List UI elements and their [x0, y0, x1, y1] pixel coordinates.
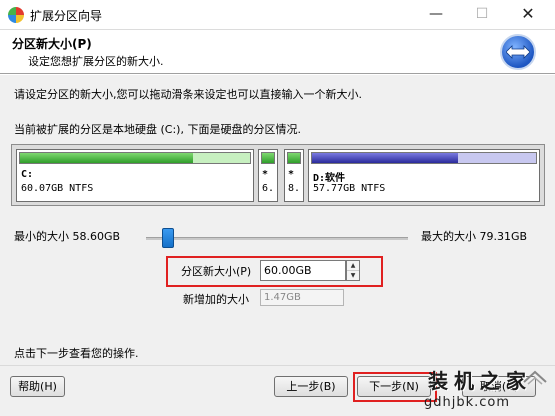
new-size-spinner[interactable]: ▲ ▼ — [346, 260, 360, 281]
page-subtitle: 设定您想扩展分区的新大小. — [28, 55, 164, 68]
partition-unnamed-2[interactable]: * 8. — [284, 149, 304, 202]
watermark-title: 装机之家 — [428, 369, 532, 393]
resize-arrows-icon — [500, 34, 536, 70]
partition-usage-bar — [19, 152, 251, 164]
partition-label: D:软件 — [313, 173, 346, 184]
wizard-content: 请设定分区的新大小,您可以拖动滑条来设定也可以直接输入一个新大小. 当前被扩展的… — [0, 75, 555, 365]
close-button[interactable]: ✕ — [506, 2, 550, 26]
instruction-text: 请设定分区的新大小,您可以拖动滑条来设定也可以直接输入一个新大小. — [14, 88, 362, 101]
min-size-label: 最小的大小 58.60GB — [14, 230, 121, 243]
page-title: 分区新大小(P) — [12, 37, 92, 51]
partition-usage-bar — [261, 152, 275, 164]
disk-info-text: 当前被扩展的分区是本地硬盘 (C:), 下面是硬盘的分区情况. — [14, 123, 301, 136]
hint-text: 点击下一步查看您的操作. — [14, 347, 139, 360]
new-size-input[interactable] — [260, 260, 346, 281]
wizard-header: 分区新大小(P) 设定您想扩展分区的新大小. — [0, 30, 555, 74]
next-button[interactable]: 下一步(N) — [357, 376, 431, 397]
added-size-label: 新增加的大小 — [183, 293, 249, 306]
spin-down-arrow-icon[interactable]: ▼ — [347, 271, 359, 281]
partition-unnamed-1[interactable]: * 6. — [258, 149, 278, 202]
minimize-button[interactable]: — — [414, 2, 458, 26]
partition-label: * — [288, 169, 295, 180]
partition-size: 60.07GB NTFS — [21, 183, 94, 194]
partition-label: * — [262, 169, 269, 180]
partition-size: 6. — [262, 183, 275, 194]
title-bar: 扩展分区向导 — ☐ ✕ — [0, 0, 555, 30]
size-slider-track[interactable] — [146, 237, 408, 240]
partition-c[interactable]: C: 60.07GB NTFS — [16, 149, 254, 202]
added-size-field: 1.47GB — [260, 289, 344, 306]
partition-d[interactable]: D:软件 57.77GB NTFS — [308, 149, 540, 202]
partition-size: 8. — [288, 183, 301, 194]
app-logo-icon — [8, 7, 24, 23]
watermark-url: gdhjbk.com — [424, 395, 511, 410]
partition-size: 57.77GB NTFS — [313, 183, 386, 194]
help-button[interactable]: 帮助(H) — [10, 376, 65, 397]
disk-map: C: 60.07GB NTFS * 6. * 8. D:软件 57.77GB N… — [11, 144, 545, 206]
watermark-house-icon — [523, 370, 547, 385]
size-slider-thumb[interactable] — [162, 228, 174, 248]
max-size-label: 最大的大小 79.31GB — [421, 230, 528, 243]
spin-up-arrow-icon[interactable]: ▲ — [347, 261, 359, 271]
window-title: 扩展分区向导 — [30, 9, 103, 23]
partition-usage-bar — [311, 152, 537, 164]
new-size-label: 分区新大小(P) — [181, 265, 252, 278]
maximize-button[interactable]: ☐ — [460, 2, 504, 26]
partition-usage-bar — [287, 152, 301, 164]
back-button[interactable]: 上一步(B) — [274, 376, 348, 397]
partition-label: C: — [21, 169, 34, 180]
